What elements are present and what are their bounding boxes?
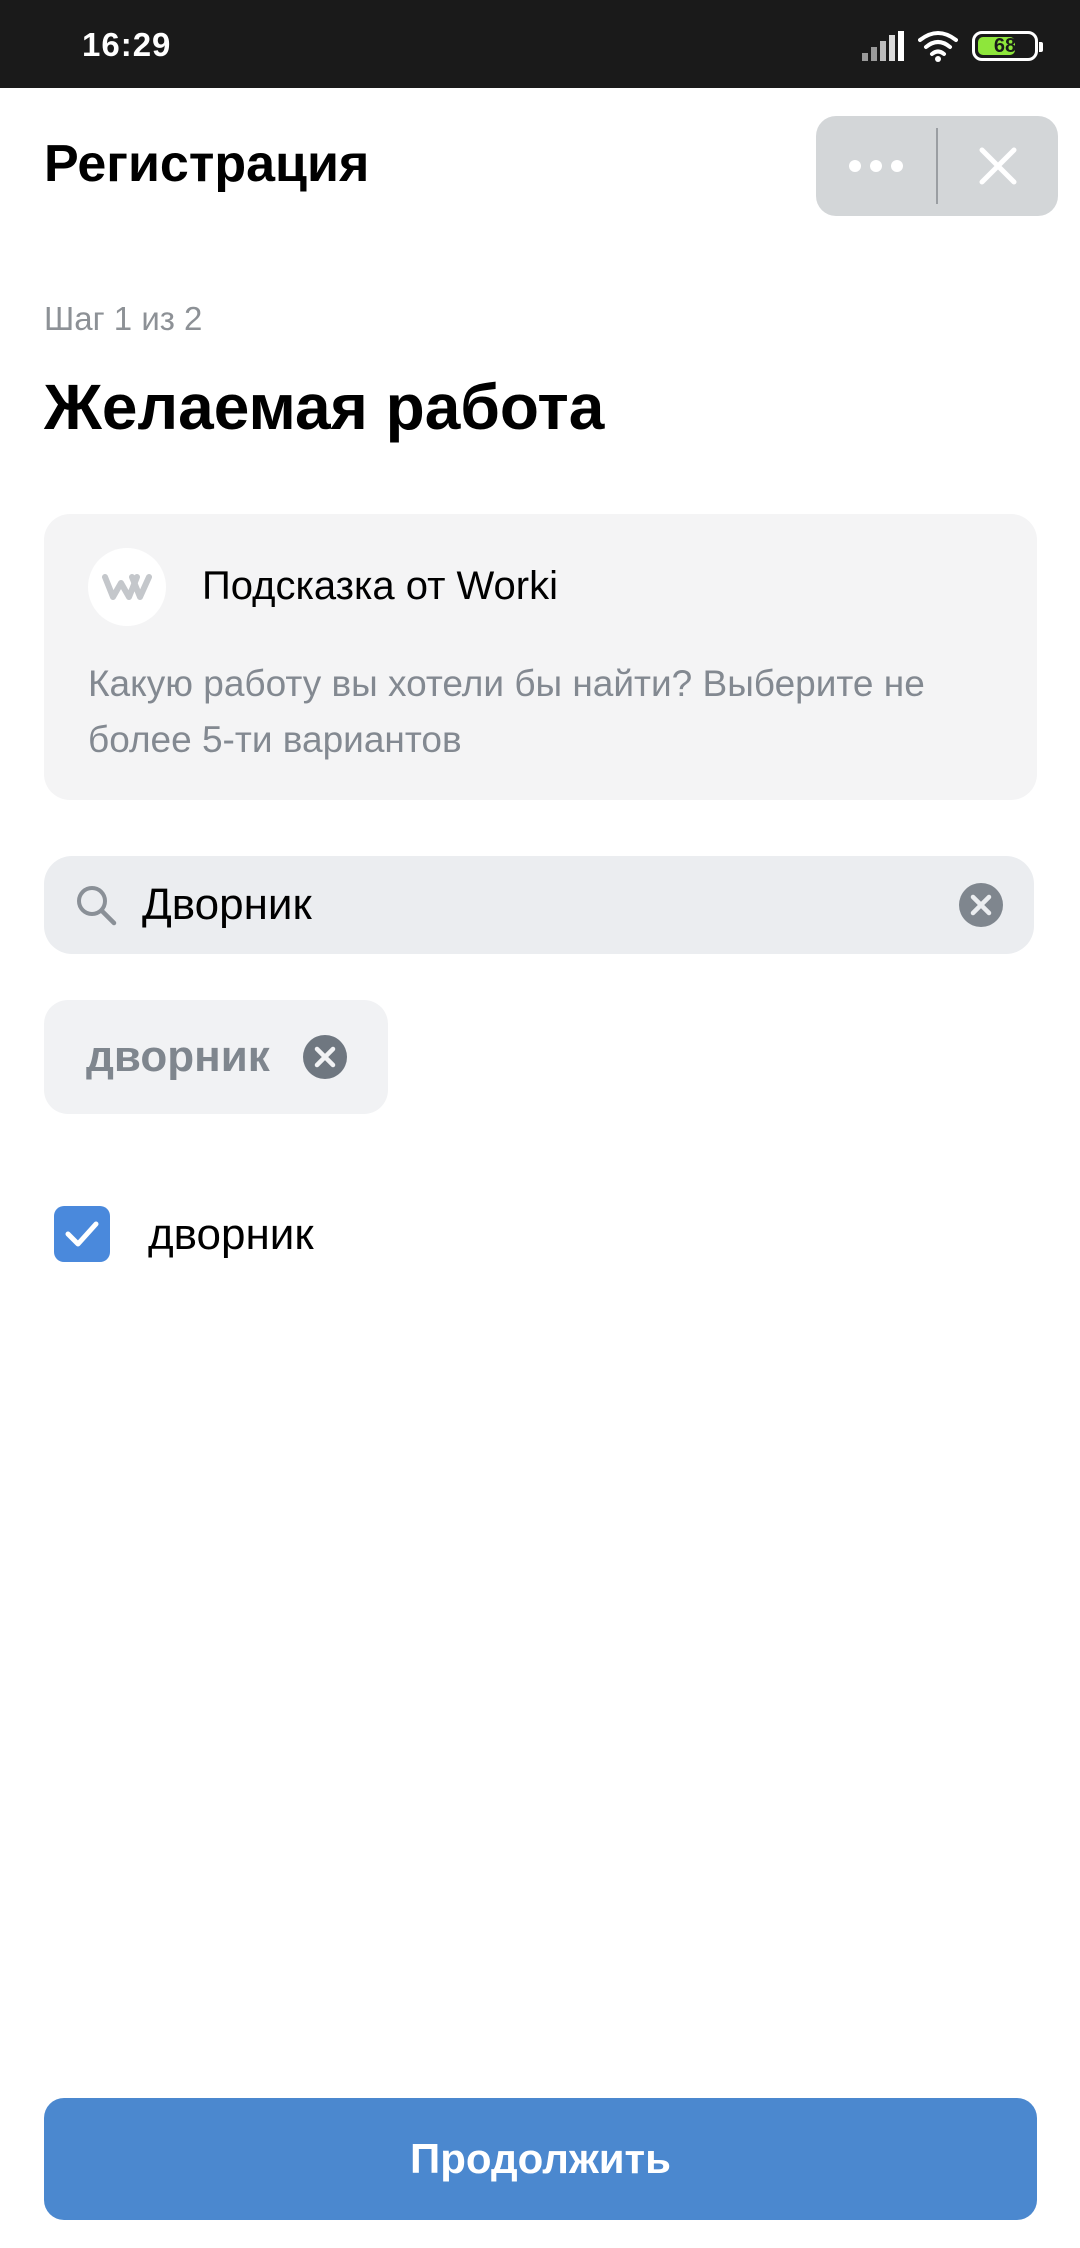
close-button[interactable] bbox=[938, 116, 1058, 216]
worki-logo-icon bbox=[88, 548, 166, 626]
close-icon bbox=[979, 147, 1017, 185]
hint-text: Какую работу вы хотели бы найти? Выберит… bbox=[88, 663, 925, 760]
chip-remove-icon[interactable] bbox=[302, 1034, 348, 1080]
top-controls bbox=[816, 116, 1058, 216]
signal-icon bbox=[862, 31, 904, 61]
option-checkbox[interactable] bbox=[54, 1206, 110, 1262]
continue-button[interactable]: Продолжить bbox=[44, 2098, 1037, 2220]
battery-icon: 68 bbox=[972, 31, 1043, 61]
hint-title: Подсказка от Worki bbox=[202, 564, 558, 608]
clear-circle-icon[interactable] bbox=[958, 882, 1004, 928]
status-time: 16:29 bbox=[82, 26, 172, 63]
wifi-icon bbox=[918, 31, 958, 62]
chip-label: дворник bbox=[86, 1032, 270, 1081]
page-title: Регистрация bbox=[44, 135, 370, 193]
status-bar: 16:29 68 bbox=[0, 0, 1080, 88]
search-field[interactable] bbox=[44, 856, 1034, 954]
search-input[interactable] bbox=[142, 856, 962, 954]
option-label: дворник bbox=[148, 1210, 314, 1259]
more-button[interactable] bbox=[816, 116, 936, 216]
more-dots-icon bbox=[849, 160, 903, 172]
battery-level: 68 bbox=[993, 34, 1017, 57]
search-icon bbox=[77, 886, 117, 926]
option-row[interactable]: дворник bbox=[44, 1194, 1034, 1274]
hint-card: Подсказка от Worki Какую работу вы хотел… bbox=[44, 514, 1037, 800]
selected-chip: дворник bbox=[44, 1000, 388, 1114]
checkmark-icon bbox=[65, 1221, 99, 1247]
status-icons: 68 bbox=[862, 28, 1043, 64]
step-label: Шаг 1 из 2 bbox=[44, 300, 203, 337]
battery-tip bbox=[1039, 42, 1043, 52]
section-title: Желаемая работа bbox=[44, 371, 605, 443]
